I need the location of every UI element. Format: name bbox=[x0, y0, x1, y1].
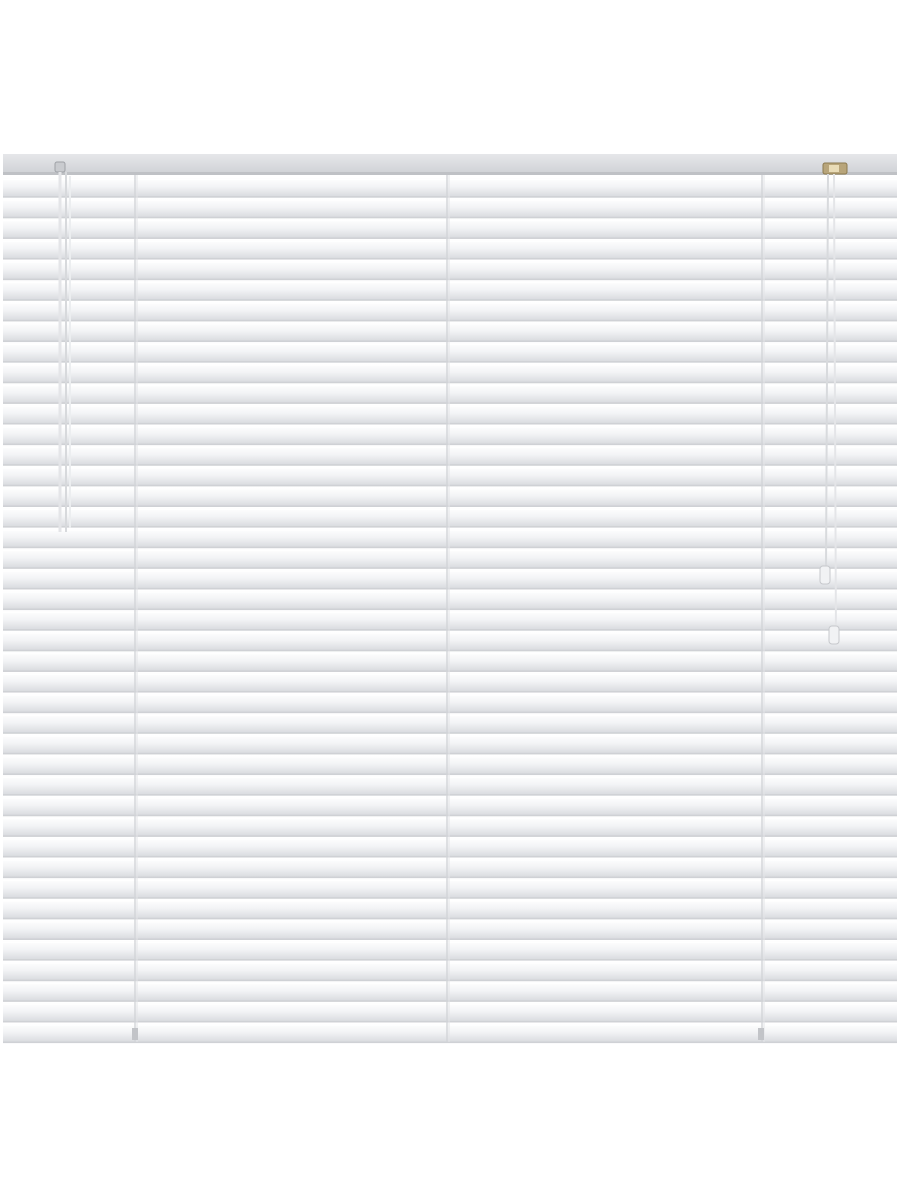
tilt-mechanism-icon bbox=[822, 162, 848, 175]
headrail bbox=[3, 154, 897, 174]
headrail-bottom-edge bbox=[3, 172, 897, 175]
blind-photo bbox=[3, 154, 897, 1044]
